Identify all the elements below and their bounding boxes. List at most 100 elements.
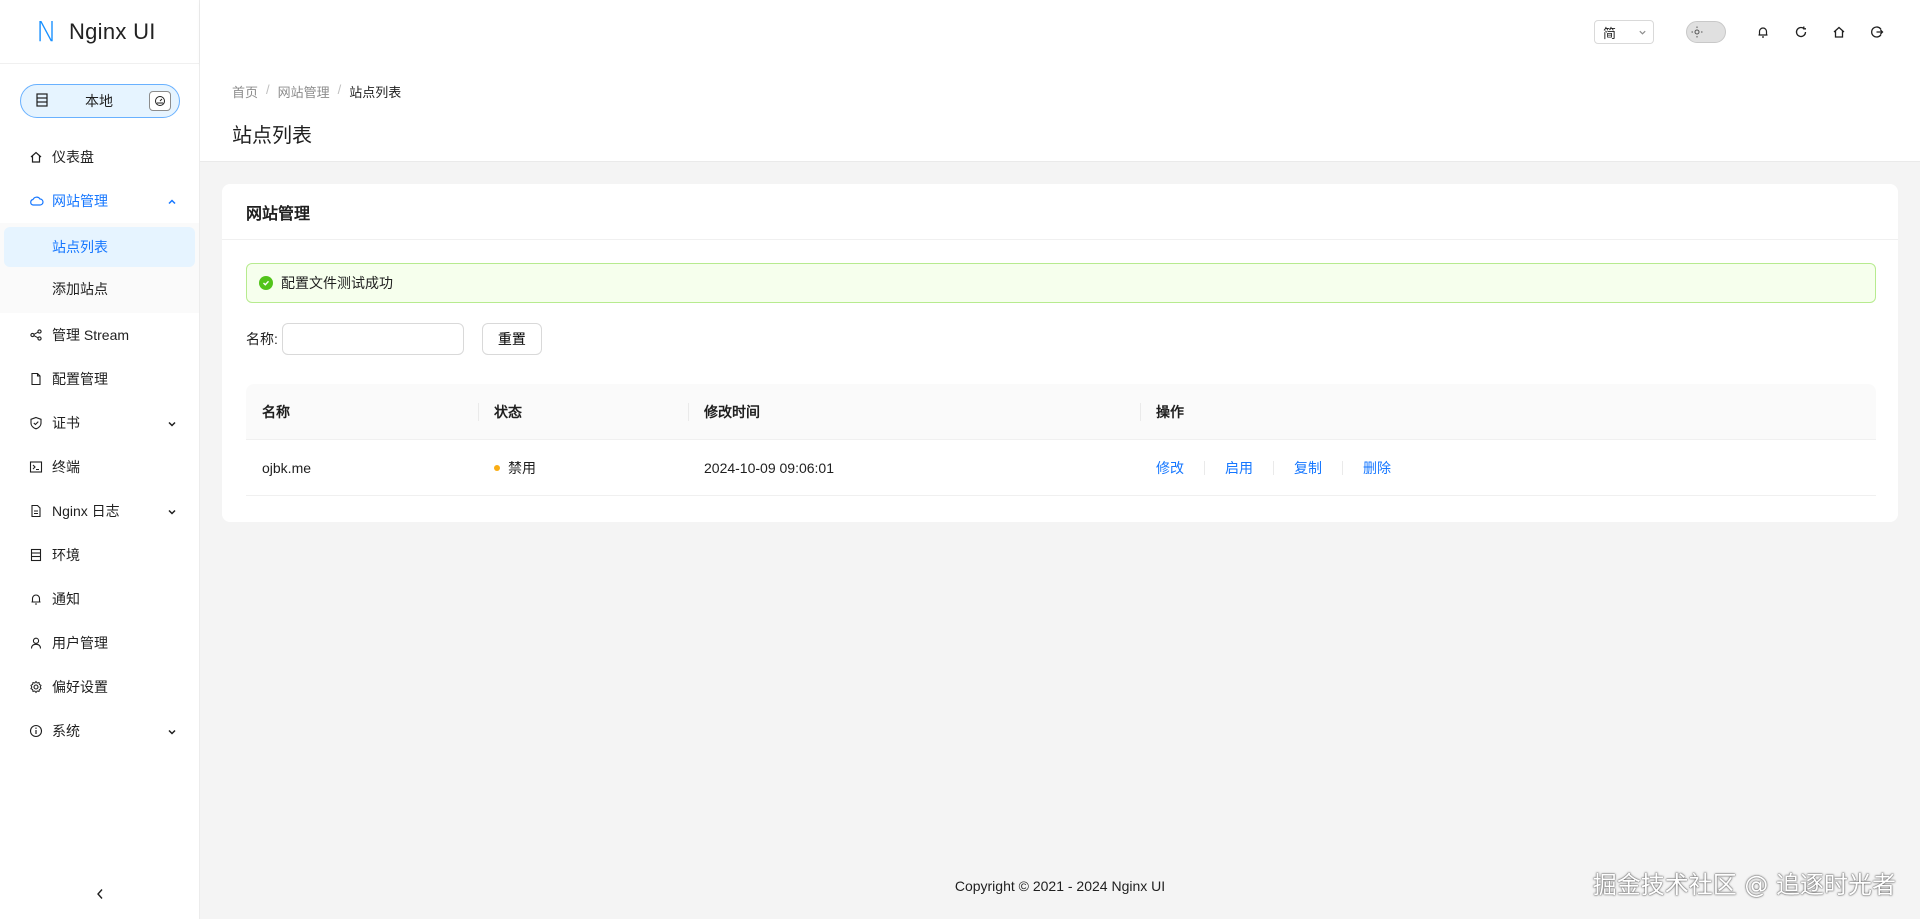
sidebar-item-certificates[interactable]: 证书 bbox=[0, 401, 199, 445]
sidebar-item-config[interactable]: 配置管理 bbox=[0, 357, 199, 401]
breadcrumb-sites[interactable]: 网站管理 bbox=[278, 82, 330, 101]
watermark: 掘金技术社区 @ 追逐时光者 bbox=[1592, 871, 1896, 899]
breadcrumb-current: 站点列表 bbox=[349, 85, 402, 100]
sidebar-item-nginx-logs[interactable]: Nginx 日志 bbox=[0, 489, 199, 533]
action-divider bbox=[1342, 460, 1343, 475]
sidebar-item-label: Nginx 日志 bbox=[52, 503, 120, 519]
home-icon[interactable] bbox=[1820, 20, 1858, 44]
column-header-actions: 操作 bbox=[1140, 384, 1876, 439]
edit-link[interactable]: 修改 bbox=[1148, 458, 1192, 478]
info-icon bbox=[28, 723, 44, 739]
page-title: 站点列表 bbox=[232, 125, 312, 147]
sidebar-item-label: 系统 bbox=[52, 723, 80, 739]
action-divider bbox=[1204, 460, 1205, 475]
sidebar-subitem-site-list[interactable]: 站点列表 bbox=[4, 227, 195, 267]
breadcrumb: 首页 / 网站管理 / 站点列表 bbox=[232, 82, 1920, 101]
database-icon bbox=[28, 547, 44, 563]
language-value: 简 bbox=[1603, 25, 1617, 41]
file-icon bbox=[28, 371, 44, 387]
search-form: 名称: 重置 bbox=[246, 323, 542, 355]
sun-icon bbox=[1690, 25, 1704, 39]
sidebar-item-label: 通知 bbox=[52, 591, 80, 607]
sidebar-item-label: 偏好设置 bbox=[52, 679, 108, 695]
theme-toggle[interactable] bbox=[1686, 21, 1726, 43]
table-row: ojbk.me 禁用 2024-10-09 09:06:01 修改 启用 复制 … bbox=[246, 440, 1876, 496]
logout-icon[interactable] bbox=[1858, 20, 1896, 44]
breadcrumb-home[interactable]: 首页 bbox=[232, 82, 258, 101]
reload-icon[interactable] bbox=[1782, 20, 1820, 44]
app-title: Nginx UI bbox=[68, 18, 156, 44]
table-header: 名称 状态 修改时间 操作 bbox=[246, 384, 1876, 440]
dashboard-icon[interactable] bbox=[149, 91, 171, 111]
reset-button[interactable]: 重置 bbox=[481, 323, 542, 355]
sidebar-item-label: 证书 bbox=[52, 415, 80, 431]
alert-message: 配置文件测试成功 bbox=[281, 275, 393, 291]
breadcrumb-separator: / bbox=[337, 82, 342, 97]
bell-icon bbox=[28, 591, 44, 607]
chevron-left-icon bbox=[95, 887, 105, 903]
sidebar-item-label: 网站管理 bbox=[52, 193, 108, 209]
site-name: ojbk.me bbox=[262, 459, 312, 476]
environment-switch[interactable]: 本地 bbox=[20, 84, 180, 118]
gear-icon bbox=[28, 679, 44, 695]
sidebar-item-label: 配置管理 bbox=[52, 371, 108, 387]
sidebar-item-label: 用户管理 bbox=[52, 635, 108, 651]
server-icon bbox=[35, 92, 49, 110]
column-header-modified: 修改时间 bbox=[688, 384, 1140, 439]
name-filter-input[interactable] bbox=[281, 323, 464, 355]
sidebar: N Nginx UI 本地 仪表盘 网站管理 站点列表 添加站点 管理 Stre… bbox=[0, 0, 200, 919]
duplicate-link[interactable]: 复制 bbox=[1286, 458, 1330, 478]
delete-link[interactable]: 删除 bbox=[1355, 458, 1399, 478]
language-select[interactable]: 简 bbox=[1594, 20, 1654, 44]
chevron-up-icon bbox=[167, 194, 177, 210]
sidebar-item-environment[interactable]: 环境 bbox=[0, 533, 199, 577]
success-alert: 配置文件测试成功 bbox=[246, 263, 1876, 303]
page-header: 首页 / 网站管理 / 站点列表 站点列表 bbox=[200, 64, 1920, 162]
sidebar-item-label: 环境 bbox=[52, 547, 80, 563]
sidebar-menu: 仪表盘 网站管理 站点列表 添加站点 管理 Stream 配置管理 证书 终端 bbox=[0, 135, 199, 753]
action-divider bbox=[1273, 460, 1274, 475]
chevron-down-icon bbox=[167, 724, 177, 740]
column-header-status: 状态 bbox=[478, 384, 688, 439]
home-icon bbox=[28, 149, 44, 165]
terminal-icon bbox=[28, 459, 44, 475]
file-text-icon bbox=[28, 503, 44, 519]
user-icon bbox=[28, 635, 44, 651]
sidebar-item-label: 管理 Stream bbox=[52, 327, 130, 343]
sidebar-item-system[interactable]: 系统 bbox=[0, 709, 199, 753]
top-header: 简 bbox=[200, 0, 1920, 64]
column-header-name: 名称 bbox=[262, 403, 290, 420]
status-dot bbox=[494, 464, 500, 471]
sites-table: 名称 状态 修改时间 操作 ojbk.me 禁用 2024-10-09 09:0… bbox=[246, 384, 1876, 496]
sidebar-item-dashboard[interactable]: 仪表盘 bbox=[0, 135, 199, 179]
sidebar-item-stream[interactable]: 管理 Stream bbox=[0, 313, 199, 357]
breadcrumb-separator: / bbox=[266, 82, 270, 97]
site-status: 禁用 bbox=[478, 440, 688, 495]
sidebar-item-label: 终端 bbox=[52, 459, 80, 475]
header-actions: 简 bbox=[1594, 20, 1896, 44]
shield-check-icon bbox=[28, 415, 44, 431]
cloud-icon bbox=[28, 193, 44, 209]
sidebar-item-sites[interactable]: 网站管理 bbox=[0, 179, 199, 223]
sidebar-collapse-button[interactable] bbox=[0, 871, 199, 919]
app-logo[interactable]: N Nginx UI bbox=[0, 0, 199, 64]
bell-icon[interactable] bbox=[1744, 20, 1782, 44]
name-filter-label: 名称: bbox=[246, 331, 278, 347]
site-modified-time: 2024-10-09 09:06:01 bbox=[704, 459, 834, 476]
enable-link[interactable]: 启用 bbox=[1217, 458, 1261, 478]
sites-card: 网站管理 配置文件测试成功 名称: 重置 名称 状态 修改时间 操作 ojbk.… bbox=[222, 184, 1898, 522]
sidebar-item-terminal[interactable]: 终端 bbox=[0, 445, 199, 489]
chevron-down-icon bbox=[167, 416, 177, 432]
chevron-down-icon bbox=[167, 504, 177, 520]
environment-label: 本地 bbox=[85, 93, 113, 109]
sidebar-item-users[interactable]: 用户管理 bbox=[0, 621, 199, 665]
chevron-down-icon bbox=[1638, 25, 1647, 40]
check-circle-icon bbox=[259, 276, 273, 290]
row-actions: 修改 启用 复制 删除 bbox=[1140, 440, 1876, 495]
sites-submenu: 站点列表 添加站点 bbox=[0, 223, 199, 313]
share-icon bbox=[28, 327, 44, 343]
sidebar-item-preferences[interactable]: 偏好设置 bbox=[0, 665, 199, 709]
sidebar-item-notifications[interactable]: 通知 bbox=[0, 577, 199, 621]
nginx-logo-icon: N bbox=[36, 14, 57, 48]
sidebar-subitem-add-site[interactable]: 添加站点 bbox=[4, 269, 195, 309]
